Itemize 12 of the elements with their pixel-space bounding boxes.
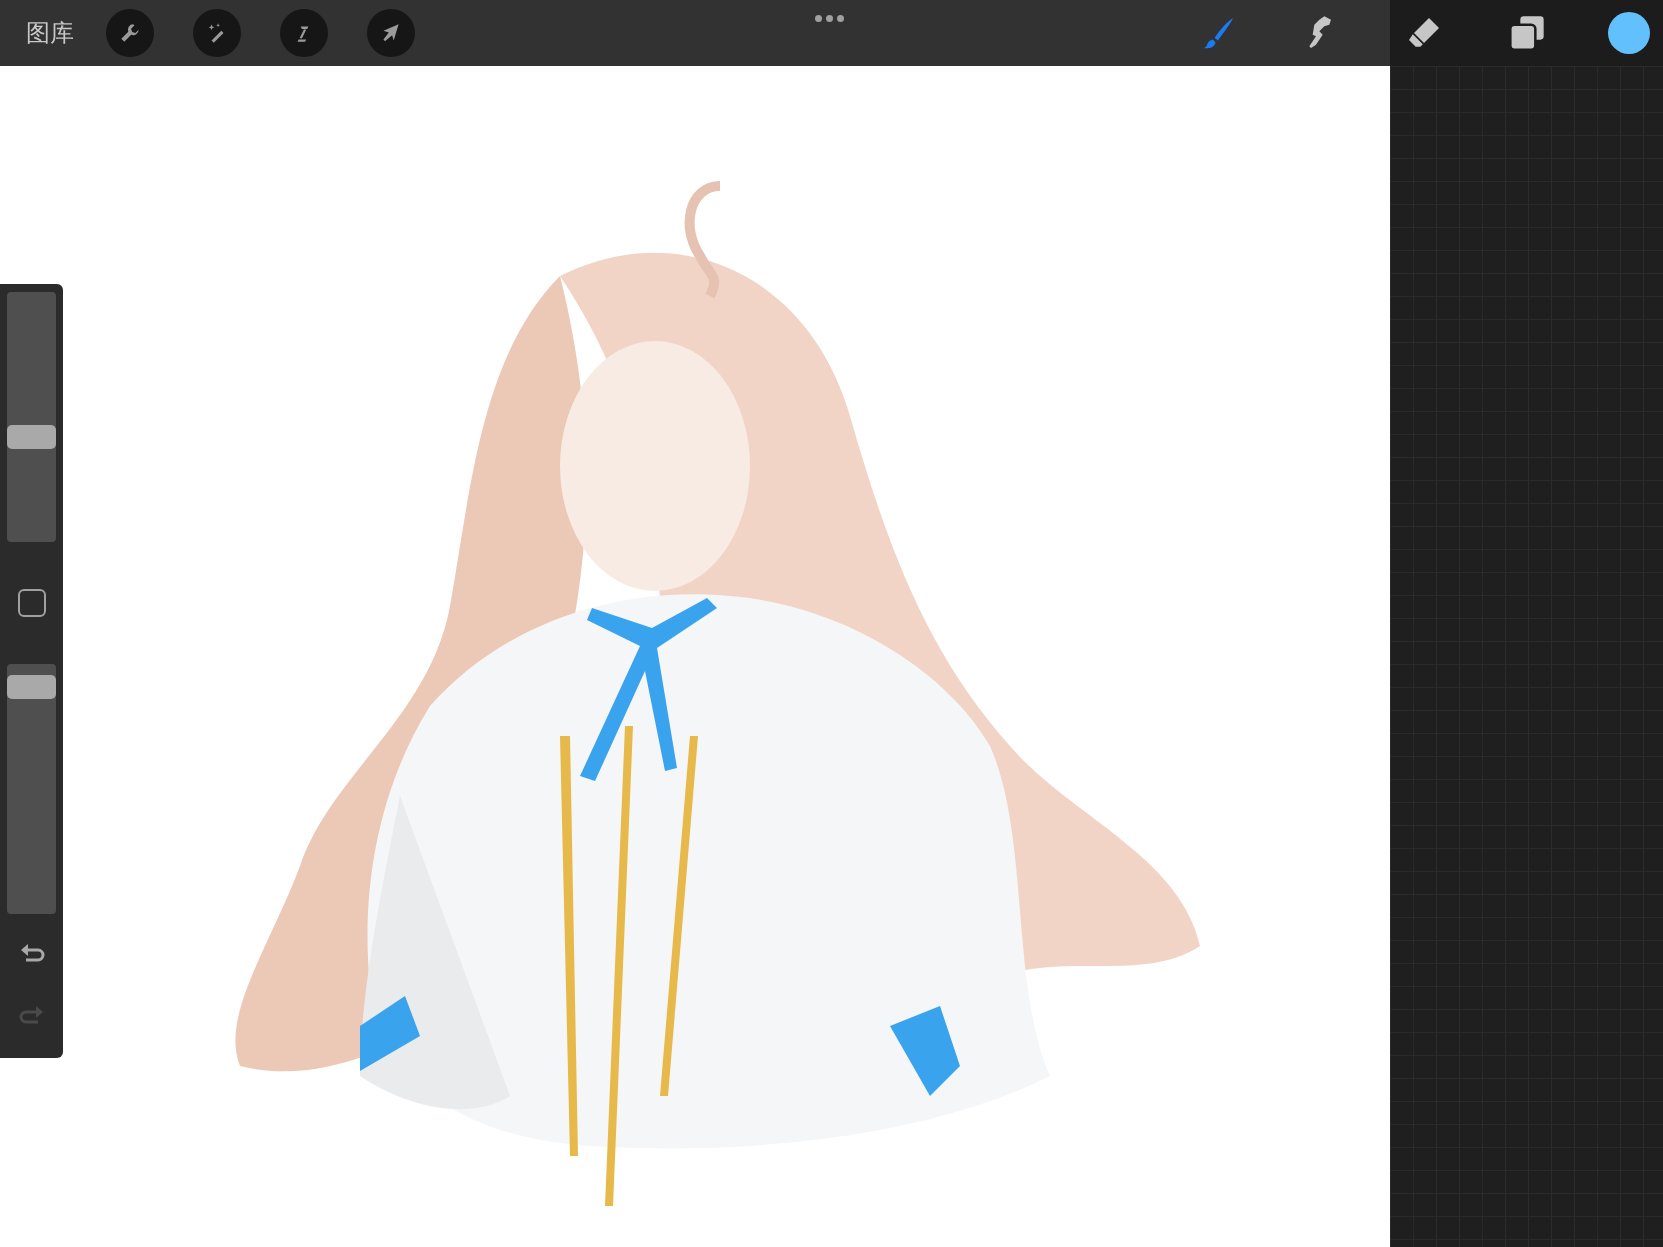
selection-tool-button[interactable] xyxy=(280,9,328,57)
modify-button[interactable] xyxy=(17,589,46,617)
wrench-tool-button[interactable] xyxy=(106,9,154,57)
slider-thumb[interactable] xyxy=(7,675,56,699)
move-tool-button[interactable] xyxy=(367,9,415,57)
slider-thumb[interactable] xyxy=(7,425,56,449)
wand-tool-button[interactable] xyxy=(193,9,241,57)
more-icon[interactable] xyxy=(815,15,844,22)
opacity-slider[interactable] xyxy=(7,664,56,914)
brush-size-slider[interactable] xyxy=(7,292,56,542)
color-swatch[interactable] xyxy=(1608,12,1650,54)
gallery-button[interactable]: 图库 xyxy=(26,21,74,45)
